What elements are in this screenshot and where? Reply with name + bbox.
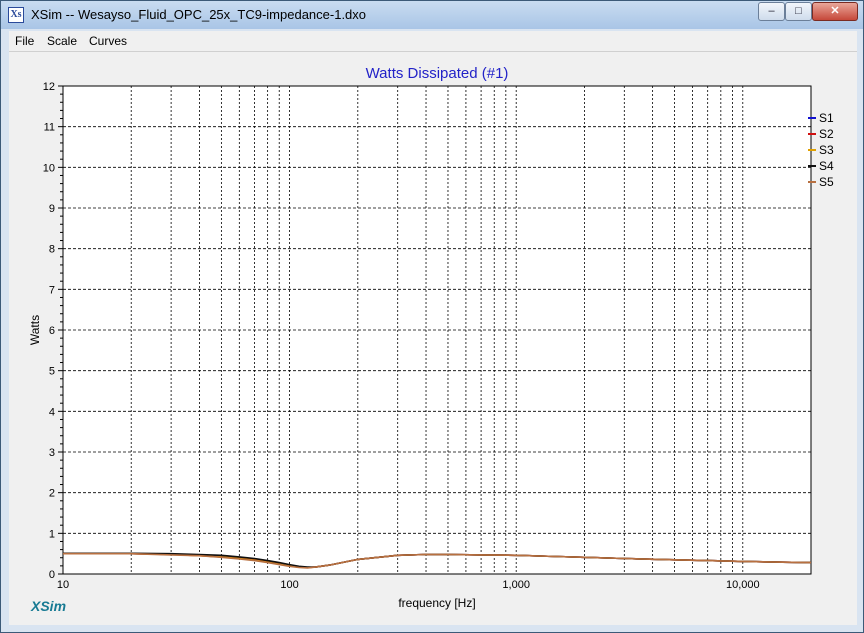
x-tick-label: 1,000 [502, 579, 530, 591]
x-tick-label: 10 [57, 579, 69, 591]
y-tick-label: 10 [43, 162, 55, 174]
y-tick-label: 6 [49, 325, 55, 337]
legend-entry-s2: S2 [819, 127, 834, 141]
x-axis-label: frequency [Hz] [398, 596, 475, 610]
y-tick-label: 11 [44, 122, 55, 134]
y-tick-label: 2 [49, 488, 55, 500]
menu-bar: File Scale Curves [9, 31, 857, 52]
app-window: Xs XSim -- Wesayso_Fluid_OPC_25x_TC9-imp… [0, 0, 864, 633]
minimize-button[interactable]: – [758, 2, 785, 21]
legend-entry-s5: S5 [819, 175, 834, 189]
y-tick-label: 8 [49, 244, 55, 256]
y-tick-label: 3 [49, 447, 55, 459]
watts-chart[interactable]: 012345678910111210 100 1,000 10,000Watts Di… [9, 52, 857, 625]
chart-area: 0 1 2 3 4 5 6 7 8 9 10 11 12 10 100 1,000 10,000 Watts Di… [9, 52, 857, 625]
maximize-button[interactable]: □ [785, 2, 812, 21]
title-bar[interactable]: Xs XSim -- Wesayso_Fluid_OPC_25x_TC9-imp… [1, 1, 863, 29]
menu-file[interactable]: File [15, 34, 34, 48]
y-axis-label: Watts [28, 315, 42, 345]
close-button[interactable]: ✕ [812, 2, 858, 21]
window-title: XSim -- Wesayso_Fluid_OPC_25x_TC9-impeda… [31, 7, 367, 22]
x-tick-label: 100 [280, 579, 298, 591]
legend-entry-s3: S3 [819, 143, 834, 157]
y-tick-label: 5 [49, 366, 55, 378]
chart-title: Watts Dissipated (#1) [366, 65, 509, 82]
y-tick-label: 1 [49, 528, 55, 540]
xsim-app-icon[interactable]: Xs [8, 7, 24, 23]
xsim-brand-label: XSim [30, 598, 66, 614]
y-tick-label: 12 [43, 81, 55, 93]
y-tick-label: 7 [49, 284, 55, 296]
x-tick-label: 10,000 [726, 579, 760, 591]
menu-scale[interactable]: Scale [47, 34, 77, 48]
menu-curves[interactable]: Curves [89, 34, 127, 48]
y-tick-label: 9 [49, 203, 55, 215]
y-tick-label: 0 [49, 569, 55, 581]
y-tick-label: 4 [49, 406, 55, 418]
legend-entry-s4: S4 [819, 159, 834, 173]
legend-entry-s1: S1 [819, 111, 834, 125]
